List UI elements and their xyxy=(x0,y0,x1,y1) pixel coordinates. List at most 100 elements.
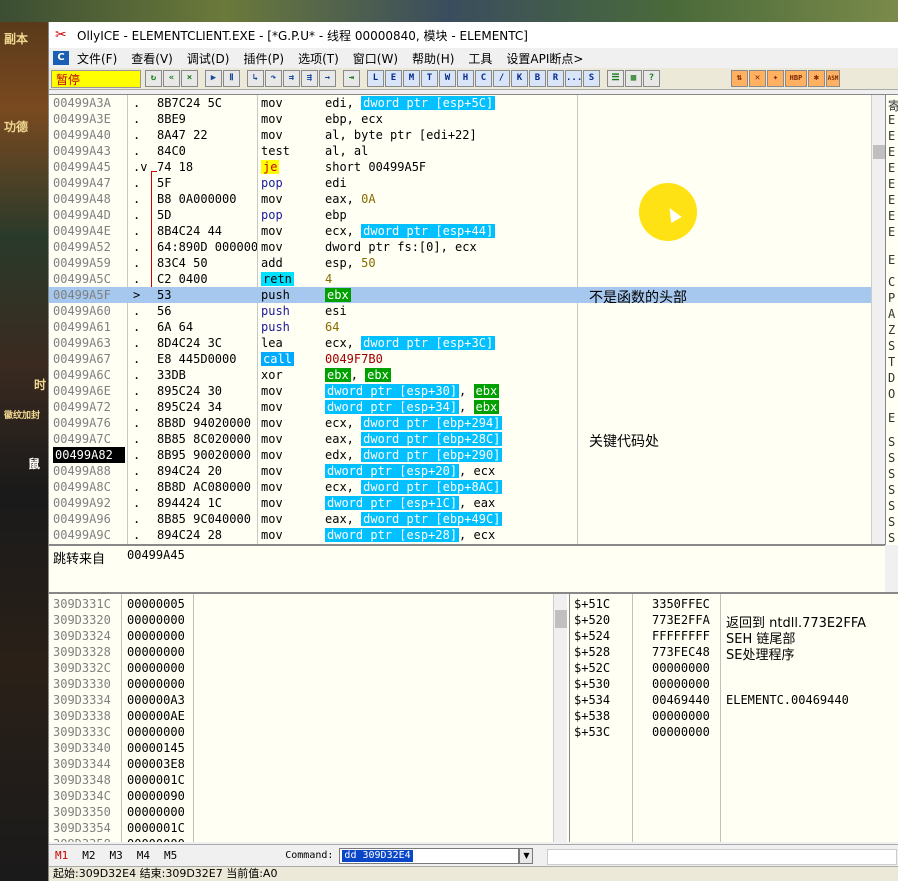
dump-row[interactable]: 309D3358 00000000 xyxy=(49,836,569,842)
menu-options[interactable]: 选项(T) xyxy=(298,50,339,67)
stack-row[interactable]: $+524 FFFFFFFF SEH 链尾部 xyxy=(570,628,898,647)
toolbar-btn-slash[interactable]: / xyxy=(493,70,510,87)
menu-help[interactable]: 帮助(H) xyxy=(412,50,454,67)
grid-icon[interactable]: ▦ xyxy=(625,70,642,87)
dump-row[interactable]: 309D3338 000000AE xyxy=(49,708,569,724)
dump-pane[interactable]: 309D331C 00000005 309D3320 00000000 309D3324… xyxy=(49,592,569,842)
dump-row[interactable]: 309D3324 00000000 xyxy=(49,628,569,644)
menu-window[interactable]: 窗口(W) xyxy=(353,50,398,67)
disasm-row[interactable]: 00499A61. 6A 64 push 64 xyxy=(49,319,885,335)
list-icon[interactable]: ☰ xyxy=(607,70,624,87)
toolbar-btn-t[interactable]: T xyxy=(421,70,438,87)
stack-row[interactable]: $+528 773FEC48 SE处理程序 xyxy=(570,644,898,663)
disasm-row[interactable]: 00499A43. 84C0 test al, al xyxy=(49,143,885,159)
dump-row[interactable]: 309D332C 00000000 xyxy=(49,660,569,676)
disassembly-view[interactable]: 00499A3A. 8B7C24 5C mov edi, dword ptr [esp… xyxy=(49,95,885,545)
dump-row[interactable]: 309D3320 00000000 xyxy=(49,612,569,628)
command-input[interactable]: dd 309D32E4 xyxy=(339,847,520,864)
disasm-row[interactable]: 00499A5C. C2 0400 retn 4 xyxy=(49,271,885,287)
disasm-row[interactable]: 00499A88. 894C24 20 mov dword ptr [esp+20],… xyxy=(49,463,885,479)
go-to-origin-icon[interactable]: ⇥ xyxy=(343,70,360,87)
disasm-row[interactable]: 00499A3A. 8B7C24 5C mov edi, dword ptr [esp… xyxy=(49,95,885,111)
toolbar-btn-l[interactable]: L xyxy=(367,70,384,87)
toolbar-btn-m[interactable]: M xyxy=(403,70,420,87)
menu-debug[interactable]: 调试(D) xyxy=(187,50,230,67)
dump-row[interactable]: 309D3348 0000001C xyxy=(49,772,569,788)
disassembly-scrollbar[interactable] xyxy=(871,95,885,545)
menu-view[interactable]: 查看(V) xyxy=(131,50,173,67)
disasm-row[interactable]: 00499A6E. 895C24 30 mov dword ptr [esp+30],… xyxy=(49,383,885,399)
step-into-icon[interactable]: ↳ xyxy=(247,70,264,87)
disasm-row[interactable]: 00499A5F >53 push ebx 不是函数的头部 xyxy=(49,287,885,306)
plugin-icon-2[interactable]: ✕ xyxy=(749,70,766,87)
plugin-icon-3[interactable]: ✦ xyxy=(767,70,784,87)
stack-row[interactable]: $+51C 3350FFEC xyxy=(570,596,898,612)
menu-set-api-breakpoint[interactable]: 设置API断点> xyxy=(506,50,583,67)
disasm-row[interactable]: 00499A76. 8B8D 94020000 mov ecx, dword ptr … xyxy=(49,415,885,431)
stack-row[interactable]: $+52C 00000000 xyxy=(570,660,898,676)
plugin-icon-4[interactable]: ✱ xyxy=(808,70,825,87)
trace-into-icon[interactable]: ⇉ xyxy=(283,70,300,87)
stack-row[interactable]: $+530 00000000 xyxy=(570,676,898,692)
toolbar-btn-b[interactable]: B xyxy=(529,70,546,87)
cpu-window-icon[interactable]: C xyxy=(53,51,69,65)
title-bar[interactable]: ✂ OllyICE - ELEMENTCLIENT.EXE - [*G.P.U*… xyxy=(49,22,898,48)
disasm-row[interactable]: 00499A45 .v 74 18 je short 00499A5F xyxy=(49,159,885,175)
disasm-row[interactable]: 00499A8C. 8B8D AC080000 mov ecx, dword ptr … xyxy=(49,479,885,495)
hbp-button[interactable]: HBP xyxy=(785,70,807,87)
memory-tab-m2[interactable]: M2 xyxy=(82,849,95,862)
registers-pane[interactable]: 寄EEEEEEEEECPAZSTDOESSSSSSS xyxy=(885,95,898,545)
execute-till-return-icon[interactable]: → xyxy=(319,70,336,87)
open-icon[interactable]: ↻ xyxy=(145,70,162,87)
help-icon[interactable]: ? xyxy=(643,70,660,87)
stack-pane[interactable]: $+51C 3350FFEC $+520 773E2FFA 返回到 ntdll.773E… xyxy=(569,592,898,842)
disasm-row[interactable]: 00499A82. 8B95 90020000 mov edx, dword ptr … xyxy=(49,447,885,463)
toolbar-btn-s[interactable]: S xyxy=(583,70,600,87)
toolbar-btn-e[interactable]: E xyxy=(385,70,402,87)
close-icon[interactable]: × xyxy=(181,70,198,87)
disasm-row[interactable]: 00499A63. 8D4C24 3C lea ecx, dword ptr [esp… xyxy=(49,335,885,351)
disasm-row[interactable]: 00499A4E. 8B4C24 44 mov ecx, dword ptr [esp… xyxy=(49,223,885,239)
disasm-row[interactable]: 00499A6C. 33DB xor ebx, ebx xyxy=(49,367,885,383)
dump-row[interactable]: 309D333C 00000000 xyxy=(49,724,569,740)
toolbar-btn-k[interactable]: K xyxy=(511,70,528,87)
disasm-row[interactable]: 00499A48. B8 0A000000 mov eax, 0A xyxy=(49,191,885,207)
dump-row[interactable]: 309D3344 000003E8 xyxy=(49,756,569,772)
menu-tools[interactable]: 工具 xyxy=(468,50,492,67)
trace-over-icon[interactable]: ⇶ xyxy=(301,70,318,87)
disasm-row[interactable]: 00499A4D. 5D pop ebp xyxy=(49,207,885,223)
memory-tab-m3[interactable]: M3 xyxy=(110,849,123,862)
disasm-row[interactable]: 00499A72. 895C24 34 mov dword ptr [esp+34],… xyxy=(49,399,885,415)
menu-plugins[interactable]: 插件(P) xyxy=(243,50,284,67)
toolbar-btn-r[interactable]: R xyxy=(547,70,564,87)
dump-row[interactable]: 309D3354 0000001C xyxy=(49,820,569,836)
disasm-row[interactable]: 00499A7C. 8B85 8C020000 mov eax, dword ptr … xyxy=(49,431,885,450)
disasm-row[interactable]: 00499A67. E8 445D0000 call 0049F7B0 xyxy=(49,351,885,367)
dump-row[interactable]: 309D3330 00000000 xyxy=(49,676,569,692)
dump-row[interactable]: 309D3350 00000000 xyxy=(49,804,569,820)
memory-tab-m1[interactable]: M1 xyxy=(55,849,68,862)
memory-tab-m4[interactable]: M4 xyxy=(137,849,150,862)
stack-row[interactable]: $+53C 00000000 xyxy=(570,724,898,740)
disasm-row[interactable]: 00499A47. 5F pop edi xyxy=(49,175,885,191)
run-icon[interactable]: ▶ xyxy=(205,70,222,87)
toolbar-btn-h[interactable]: H xyxy=(457,70,474,87)
plugin-icon-1[interactable]: ⇅ xyxy=(731,70,748,87)
disasm-row[interactable]: 00499A52. 64:890D 00000000 mov dword ptr fs… xyxy=(49,239,885,255)
stack-row[interactable]: $+534 00469440 ELEMENTC.00469440 xyxy=(570,692,898,708)
toolbar-btn-w[interactable]: W xyxy=(439,70,456,87)
disasm-row[interactable]: 00499A40. 8A47 22 mov al, byte ptr [edi+22] xyxy=(49,127,885,143)
dump-row[interactable]: 309D334C 00000090 xyxy=(49,788,569,804)
stack-row[interactable]: $+538 00000000 xyxy=(570,708,898,724)
menu-file[interactable]: 文件(F) xyxy=(77,50,117,67)
disasm-row[interactable]: 00499A96. 8B85 9C040000 mov eax, dword ptr … xyxy=(49,511,885,527)
disasm-row[interactable]: 00499A59. 83C4 50 add esp, 50 xyxy=(49,255,885,271)
restart-icon[interactable]: « xyxy=(163,70,180,87)
dump-row[interactable]: 309D3328 00000000 xyxy=(49,644,569,660)
toolbar-btn-dots[interactable]: ... xyxy=(565,70,582,87)
memory-tab-m5[interactable]: M5 xyxy=(164,849,177,862)
disasm-row[interactable]: 00499A60. 56 push esi xyxy=(49,303,885,319)
asm-button[interactable]: ASM xyxy=(826,70,840,87)
toolbar-btn-c[interactable]: C xyxy=(475,70,492,87)
scroll-thumb[interactable] xyxy=(873,145,885,159)
